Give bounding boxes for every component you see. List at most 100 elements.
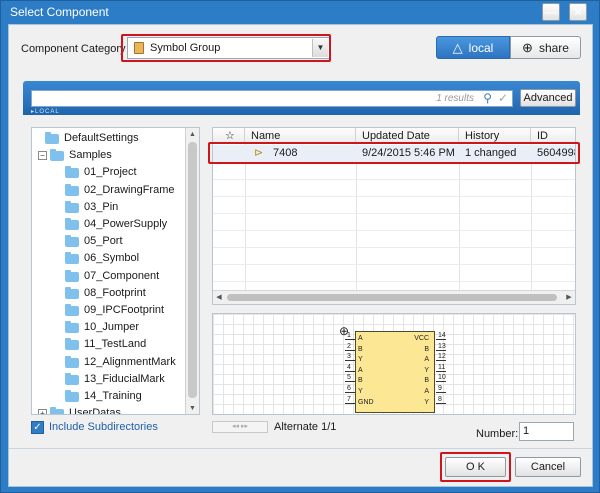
- folder-icon: [65, 390, 79, 402]
- folder-tree[interactable]: ▲ ▼ DefaultSettings − Samples 01_Project 02_…: [31, 127, 200, 415]
- tree-item[interactable]: 08_Footprint: [32, 285, 182, 302]
- table-row[interactable]: ⊳ 7408 9/24/2015 5:46 PM 1 changed 5604998: [213, 145, 575, 162]
- tree-scroll-thumb[interactable]: [188, 142, 197, 398]
- table-scroll-thumb[interactable]: [227, 294, 557, 301]
- tree-item[interactable]: 02_DrawingFrame: [32, 182, 182, 199]
- checkbox-check-icon[interactable]: ✓: [31, 421, 44, 434]
- pin-label: A: [358, 335, 363, 342]
- tree-item[interactable]: DefaultSettings: [32, 130, 182, 147]
- minimize-icon[interactable]: —: [542, 3, 560, 21]
- pin-label: B: [424, 377, 429, 385]
- tree-item[interactable]: 07_Component: [32, 268, 182, 285]
- column-divider: [459, 144, 460, 290]
- cell-name: 7408: [273, 147, 298, 159]
- pin-label: VCC: [414, 335, 429, 342]
- tree-item[interactable]: 05_Port: [32, 233, 182, 250]
- column-header[interactable]: ID: [531, 128, 575, 144]
- tree-item-label: UserDatas: [69, 407, 121, 415]
- origin-crosshair-icon: ⊕: [339, 324, 350, 338]
- pin-number: 6: [347, 385, 351, 392]
- tree-scrollbar[interactable]: ▲ ▼: [185, 128, 199, 414]
- expand-icon[interactable]: +: [38, 409, 47, 414]
- row-divider: [213, 230, 575, 231]
- collapse-icon[interactable]: −: [38, 151, 47, 161]
- dialog-body: Component Category Symbol Group ▼ △ local…: [8, 24, 593, 487]
- tree-item-label: 14_Training: [84, 390, 142, 402]
- tree-item[interactable]: 06_Symbol: [32, 250, 182, 267]
- column-header[interactable]: ☆: [213, 128, 245, 144]
- column-header[interactable]: Updated Date: [356, 128, 459, 144]
- row-divider: [213, 162, 575, 163]
- scroll-down-icon[interactable]: ▼: [186, 402, 199, 414]
- pin-label: B: [424, 345, 429, 353]
- symbol-group-icon: ⊳: [254, 147, 264, 159]
- ok-button[interactable]: O K: [445, 457, 506, 477]
- number-label: Number:: [476, 428, 519, 440]
- tree-item[interactable]: 01_Project: [32, 164, 182, 181]
- number-field[interactable]: 1: [519, 422, 574, 441]
- folder-icon: [50, 149, 64, 162]
- tree-item[interactable]: 03_Pin: [32, 199, 182, 216]
- category-selected-value: Symbol Group: [150, 42, 221, 54]
- tree-item[interactable]: 14_Training: [32, 388, 182, 405]
- scope-share-button[interactable]: ⊕ share: [510, 36, 581, 59]
- tree-item-label: 03_Pin: [84, 200, 119, 213]
- cancel-button[interactable]: Cancel: [515, 457, 581, 477]
- tree-item[interactable]: 11_TestLand: [32, 336, 182, 353]
- folder-icon: [65, 183, 79, 196]
- tree-item-label: 05_Port: [84, 235, 123, 248]
- tree-item-label: Samples: [69, 149, 112, 162]
- tree-item-label: 02_DrawingFrame: [84, 183, 175, 196]
- category-label: Component Category: [21, 43, 126, 55]
- local-label: local: [468, 41, 494, 55]
- book-icon: [134, 42, 144, 54]
- folder-icon: [65, 338, 79, 351]
- column-header[interactable]: History: [459, 128, 531, 144]
- advanced-button[interactable]: Advanced: [520, 89, 576, 107]
- pin-label: B: [358, 345, 363, 353]
- tree-item[interactable]: 13_FiducialMark: [32, 371, 182, 388]
- scroll-up-icon[interactable]: ▲: [186, 128, 199, 142]
- apply-check-icon[interactable]: ✓: [498, 91, 508, 105]
- column-divider: [531, 144, 532, 290]
- tree-item[interactable]: + UserDatas: [32, 405, 182, 415]
- column-divider: [356, 144, 357, 290]
- table-header: ☆ Name Updated Date History ID: [213, 128, 575, 144]
- table-hscrollbar[interactable]: ◀ ▶: [213, 290, 575, 304]
- row-divider: [213, 247, 575, 248]
- chevron-down-icon[interactable]: ▼: [312, 39, 328, 57]
- title-bar: Select Component — ✕: [1, 1, 599, 23]
- tree-item[interactable]: 12_AlignmentMark: [32, 354, 182, 371]
- pin-number: 7: [347, 395, 351, 403]
- results-count: 1 results: [436, 93, 474, 104]
- include-subdirectories-label: Include Subdirectories: [49, 421, 158, 433]
- search-input[interactable]: 1 results ⚲ ✓: [31, 90, 513, 107]
- cell-id: 5604998: [537, 147, 576, 159]
- pin-number: 9: [438, 385, 442, 392]
- results-table[interactable]: ☆ Name Updated Date History ID ◀ ▶ ⊳ 7408 9/24…: [212, 127, 576, 305]
- select-component-dialog: Select Component — ✕ Component Category …: [0, 0, 600, 493]
- folder-icon: [65, 355, 79, 368]
- category-dropdown[interactable]: Symbol Group ▼: [127, 37, 330, 59]
- scroll-right-icon[interactable]: ▶: [563, 291, 575, 304]
- tree-item[interactable]: 04_PowerSupply: [32, 216, 182, 233]
- alternate-text: Alternate 1/1: [274, 421, 337, 433]
- tree-item[interactable]: 10_Jumper: [32, 319, 182, 336]
- scope-local-button[interactable]: △ local: [436, 36, 510, 59]
- close-icon[interactable]: ✕: [569, 3, 587, 21]
- row-divider: [213, 196, 575, 197]
- pin-label: Y: [358, 388, 363, 395]
- search-icon[interactable]: ⚲: [483, 91, 492, 105]
- cell-history: 1 changed: [465, 147, 517, 159]
- pin-label: Y: [358, 356, 363, 364]
- folder-icon: [65, 269, 79, 282]
- folder-icon: [65, 252, 79, 265]
- column-header[interactable]: Name: [245, 128, 356, 144]
- alternate-nav-buttons[interactable]: ◂◂ ▸▸: [212, 421, 268, 433]
- row-divider: [213, 281, 575, 282]
- tree-item[interactable]: 09_IPCFootprint: [32, 302, 182, 319]
- tree-item[interactable]: − Samples: [32, 147, 182, 164]
- folder-icon: [65, 286, 79, 299]
- scroll-left-icon[interactable]: ◀: [213, 291, 225, 304]
- folder-icon: [65, 218, 79, 230]
